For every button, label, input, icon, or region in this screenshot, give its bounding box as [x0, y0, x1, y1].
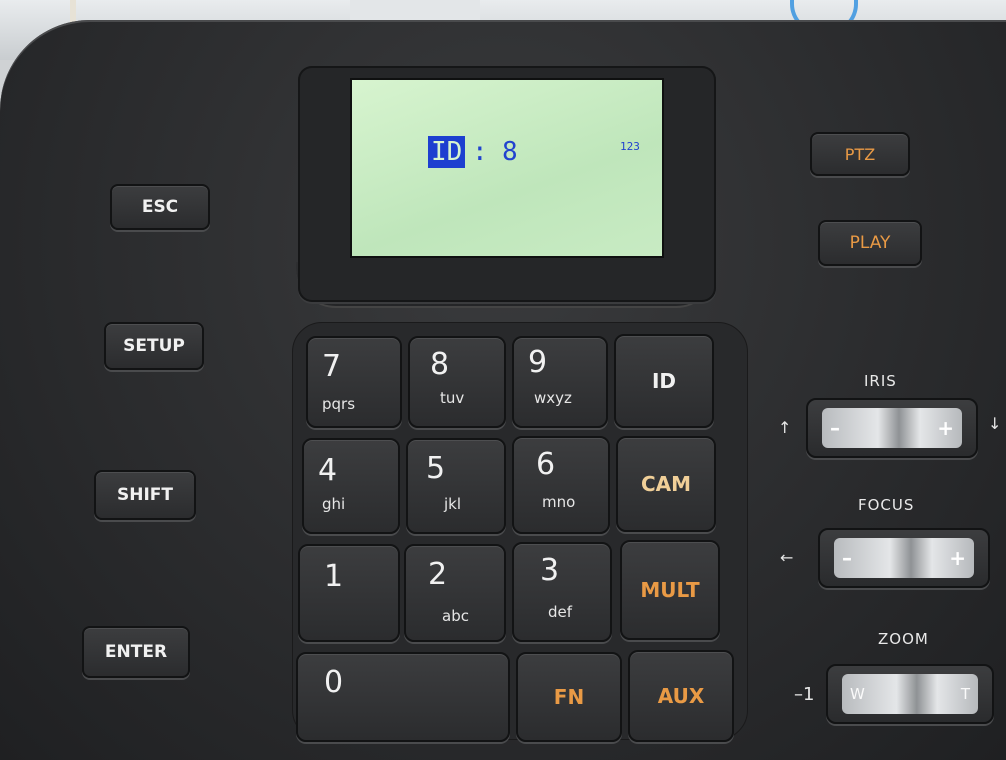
zoom-wide-button[interactable]: W — [850, 685, 865, 703]
key-number: 5 — [426, 451, 446, 486]
lcd-screen — [350, 78, 664, 258]
cam-key-label: CAM — [640, 472, 692, 496]
play-key-label: PLAY — [849, 233, 891, 253]
key-5[interactable]: 5 jkl — [406, 438, 506, 534]
fn-key-label: FN — [553, 685, 585, 709]
key-letters: tuv — [440, 389, 465, 407]
setup-key[interactable]: SETUP — [104, 322, 204, 370]
aux-key-label: AUX — [657, 684, 705, 708]
key-number: 7 — [322, 349, 342, 384]
iris-minus-button[interactable]: – — [830, 416, 840, 440]
focus-label: FOCUS — [858, 496, 915, 514]
lcd-colon: : — [472, 137, 488, 167]
key-number: 1 — [324, 559, 344, 594]
focus-near-glyph: ← — [780, 548, 794, 567]
zoom-tele-button[interactable]: T — [961, 685, 970, 703]
key-number: 0 — [324, 665, 344, 700]
zoom-rocker[interactable]: W T — [826, 664, 994, 724]
ptz-key-label: PTZ — [844, 144, 876, 164]
ptz-key[interactable]: PTZ — [810, 132, 910, 176]
key-number: 2 — [428, 557, 448, 592]
key-number: 8 — [430, 347, 450, 382]
key-8[interactable]: 8 tuv — [408, 336, 506, 428]
mult-key-label: MULT — [640, 578, 700, 602]
iris-open-glyph: ↑ — [778, 418, 792, 437]
iris-close-glyph: ↓ — [988, 414, 1002, 433]
key-letters: abc — [442, 607, 469, 625]
lcd-input-mode: 123 — [620, 140, 640, 153]
key-letters: pqrs — [322, 395, 356, 413]
esc-key-label: ESC — [141, 197, 179, 217]
key-letters: wxyz — [534, 389, 572, 407]
enter-key[interactable]: ENTER — [82, 626, 190, 678]
key-number: 4 — [318, 453, 338, 488]
iris-label: IRIS — [864, 372, 897, 390]
key-6[interactable]: 6 mno — [512, 436, 610, 534]
cam-key[interactable]: CAM — [616, 436, 716, 532]
aux-key[interactable]: AUX — [628, 650, 734, 742]
iris-rocker[interactable]: – + — [806, 398, 978, 458]
focus-rocker[interactable]: – + — [818, 528, 990, 588]
key-letters: jkl — [444, 495, 462, 513]
setup-key-label: SETUP — [123, 336, 185, 356]
id-key[interactable]: ID — [614, 334, 714, 428]
key-4[interactable]: 4 ghi — [302, 438, 400, 534]
shift-key[interactable]: SHIFT — [94, 470, 196, 520]
key-2[interactable]: 2 abc — [404, 544, 506, 642]
key-0[interactable]: 0 — [296, 652, 510, 742]
key-9[interactable]: 9 wxyz — [512, 336, 608, 428]
key-7[interactable]: 7 pqrs — [306, 336, 402, 428]
play-key[interactable]: PLAY — [818, 220, 922, 266]
key-letters: ghi — [322, 495, 346, 513]
key-3[interactable]: 3 def — [512, 542, 612, 642]
zoom-label: ZOOM — [878, 630, 929, 648]
mult-key[interactable]: MULT — [620, 540, 720, 640]
key-1[interactable]: 1 — [298, 544, 400, 642]
key-number: 6 — [536, 447, 556, 482]
zoom-wide-glyph: –1 — [794, 684, 815, 705]
enter-key-label: ENTER — [104, 642, 168, 662]
focus-minus-button[interactable]: – — [842, 546, 852, 570]
key-letters: mno — [542, 493, 576, 511]
key-number: 9 — [528, 345, 548, 380]
key-number: 3 — [540, 553, 560, 588]
iris-plus-button[interactable]: + — [937, 416, 954, 440]
fn-key[interactable]: FN — [516, 652, 622, 742]
id-key-label: ID — [651, 369, 677, 393]
lcd-value: 8 — [502, 137, 518, 167]
focus-plus-button[interactable]: + — [949, 546, 966, 570]
lcd-field-label: ID — [428, 136, 466, 168]
shift-key-label: SHIFT — [116, 485, 173, 505]
esc-key[interactable]: ESC — [110, 184, 210, 230]
key-letters: def — [548, 603, 573, 621]
